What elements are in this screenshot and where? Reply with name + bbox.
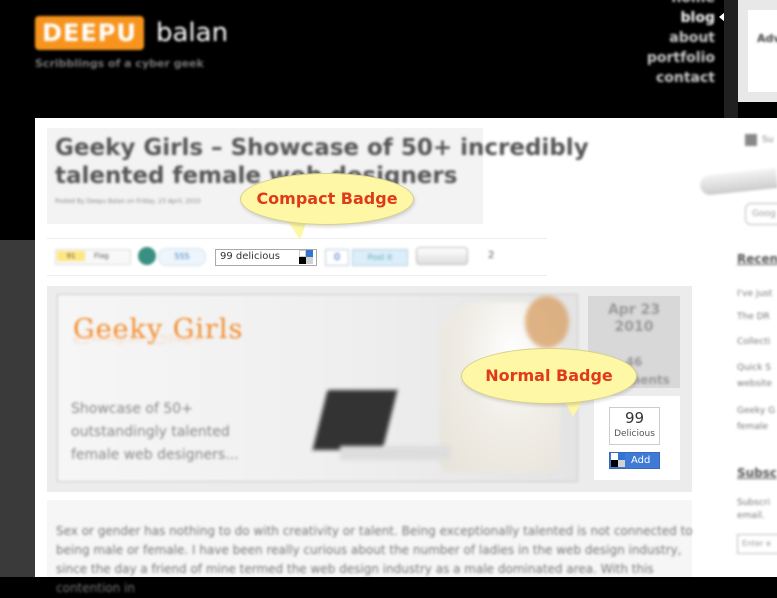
sidebar-ad-box bbox=[748, 10, 777, 92]
normal-badge-count: 99 bbox=[624, 409, 645, 427]
sidebar-ad-label: Adv bbox=[757, 32, 777, 45]
compact-badge-text: 99 delicious bbox=[220, 251, 280, 262]
flag-label: Flag bbox=[94, 252, 109, 260]
delicious-add-button[interactable]: Add bbox=[609, 452, 660, 469]
post-date: Apr 23 bbox=[607, 302, 661, 318]
nav-item-contact[interactable]: contact bbox=[647, 68, 715, 88]
hero-laptop-image bbox=[312, 390, 398, 450]
hero-person-hair bbox=[525, 296, 569, 348]
zero-count: 0 bbox=[325, 249, 349, 266]
subscribe-link[interactable]: Su bbox=[762, 135, 773, 145]
callout-compact-badge: Compact Badge bbox=[240, 173, 414, 225]
logo-name[interactable]: balan bbox=[156, 16, 228, 50]
post-it-button[interactable]: Post it bbox=[352, 249, 408, 266]
post-year: 2010 bbox=[614, 319, 654, 335]
post-body: Sex or gender has nothing to do with cre… bbox=[56, 524, 693, 595]
add-label: Add bbox=[631, 455, 651, 466]
subscribe-text: Subscri bbox=[737, 498, 770, 508]
delicious-icon bbox=[611, 453, 625, 467]
share-icon[interactable] bbox=[138, 247, 156, 265]
recent-item[interactable]: Collecti bbox=[737, 336, 770, 348]
recent-item[interactable]: The DR bbox=[737, 311, 770, 323]
comment-count: 2 bbox=[488, 250, 495, 261]
normal-badge-label: Delicious bbox=[614, 429, 655, 439]
nav-item-home[interactable]: home bbox=[647, 0, 715, 8]
recent-heading: Recen bbox=[737, 252, 777, 266]
site-tagline: Scribblings of a cyber geek bbox=[35, 57, 204, 70]
share-button[interactable] bbox=[416, 247, 468, 265]
recent-item[interactable]: Quick S bbox=[737, 362, 771, 374]
subscribe-text: email. bbox=[737, 511, 765, 521]
nav-item-blog[interactable]: blog bbox=[647, 8, 715, 28]
rss-icon[interactable] bbox=[745, 134, 757, 146]
logo-badge[interactable]: DEEPU bbox=[35, 16, 144, 50]
email-field[interactable]: Enter e bbox=[737, 534, 777, 554]
left-strip bbox=[0, 240, 35, 577]
main-nav: home blog about portfolio contact bbox=[647, 0, 715, 88]
callout-normal-badge: Normal Badge bbox=[461, 348, 637, 404]
delicious-icon bbox=[299, 250, 313, 264]
recent-item[interactable]: I've just bbox=[737, 288, 772, 300]
share-count: 555 bbox=[158, 248, 206, 266]
hero-subtitle: Showcase of 50+ outstandingly talented f… bbox=[71, 401, 239, 463]
recent-item[interactable]: website bbox=[737, 378, 772, 390]
recent-item[interactable]: Geeky G bbox=[737, 405, 775, 417]
post-byline: Posted By Deepu Balan on Friday, 23 Apri… bbox=[55, 198, 201, 205]
search-input[interactable]: Goog bbox=[745, 203, 777, 225]
recent-item[interactable]: female bbox=[737, 421, 768, 433]
nav-item-portfolio[interactable]: portfolio bbox=[647, 48, 715, 68]
nav-item-about[interactable]: about bbox=[647, 28, 715, 48]
subscribe-heading: Subsc bbox=[737, 466, 777, 480]
like-count: 91 bbox=[57, 251, 85, 261]
hero-laptop-base bbox=[340, 446, 450, 460]
hero-title-reflection: Geeky Girls bbox=[73, 331, 203, 346]
